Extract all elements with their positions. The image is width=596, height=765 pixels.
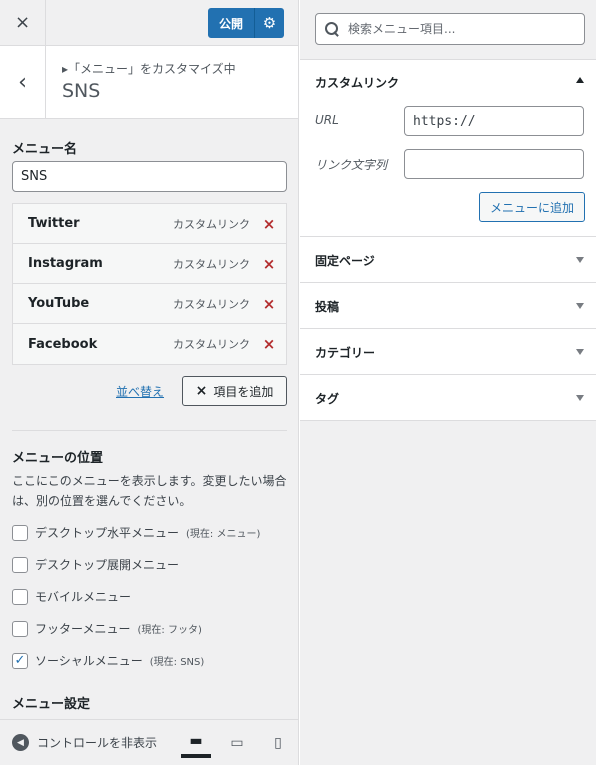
search-box[interactable] bbox=[315, 13, 585, 45]
location-note: (現在: フッタ) bbox=[137, 625, 202, 636]
link-text-field[interactable] bbox=[404, 149, 584, 179]
menu-item-title: Twitter bbox=[28, 216, 80, 231]
section-header: ‹ ▸「メニュー」をカスタマイズ中 SNS bbox=[0, 46, 298, 119]
location-label: デスクトップ水平メニュー bbox=[35, 526, 180, 540]
delete-icon[interactable]: × bbox=[262, 255, 276, 273]
check-icon: ✓ bbox=[14, 653, 26, 668]
checkbox[interactable] bbox=[12, 524, 28, 541]
checkbox[interactable] bbox=[12, 620, 28, 637]
divider bbox=[12, 430, 287, 431]
collapse-label: コントロールを非表示 bbox=[37, 736, 158, 750]
menu-item-type: カスタムリンク bbox=[173, 297, 250, 311]
url-label: URL bbox=[315, 113, 339, 127]
publish-group: 公開 ⚙ bbox=[208, 8, 284, 38]
menu-locations-title: メニューの位置 bbox=[12, 451, 104, 466]
panel-title: カテゴリー bbox=[315, 346, 376, 360]
menu-item-list: Twitter カスタムリンク × Instagram カスタムリンク × Yo… bbox=[12, 203, 287, 365]
panel-title: 固定ページ bbox=[315, 254, 375, 268]
menu-item-youtube[interactable]: YouTube カスタムリンク × bbox=[13, 284, 286, 324]
delete-icon[interactable]: × bbox=[262, 215, 276, 233]
menu-item-instagram[interactable]: Instagram カスタムリンク × bbox=[13, 244, 286, 284]
checkbox[interactable] bbox=[12, 556, 28, 573]
customizer-footer: ◀ コントロールを非表示 ▬ ▭ ▯ bbox=[0, 719, 298, 765]
menu-item-title: YouTube bbox=[28, 296, 90, 311]
mobile-icon[interactable]: ▯ bbox=[263, 728, 293, 758]
publish-button[interactable]: 公開 bbox=[208, 8, 254, 38]
menu-item-twitter[interactable]: Twitter カスタムリンク × bbox=[13, 204, 286, 244]
reorder-link[interactable]: 並べ替え bbox=[116, 383, 164, 400]
add-items-button[interactable]: × 項目を追加 bbox=[182, 376, 287, 406]
menu-item-type: カスタムリンク bbox=[173, 338, 250, 351]
panel-title: 投稿 bbox=[315, 300, 340, 314]
panel-categories[interactable]: カテゴリー bbox=[300, 329, 596, 375]
location-mobile[interactable]: モバイルメニュー bbox=[12, 588, 131, 605]
desktop-icon[interactable]: ▬ bbox=[181, 728, 211, 758]
delete-icon[interactable]: × bbox=[262, 335, 276, 353]
collapse-controls-button[interactable]: ◀ コントロールを非表示 bbox=[12, 734, 157, 751]
panel-posts[interactable]: 投稿 bbox=[300, 283, 596, 329]
search-icon bbox=[324, 21, 340, 37]
back-icon[interactable]: ‹ bbox=[0, 46, 46, 118]
chevron-down-icon bbox=[576, 257, 584, 263]
menu-item-type: カスタムリンク bbox=[173, 257, 250, 271]
menu-settings-title: メニュー設定 bbox=[12, 697, 91, 712]
customizer-controls: × 公開 ⚙ ‹ ▸「メニュー」をカスタマイズ中 SNS メニュー名 Twitt… bbox=[0, 0, 299, 765]
available-menu-items: カスタムリンク URL リンク文字列 メニューに追加 固定ページ 投稿 カテゴリ… bbox=[300, 0, 596, 765]
chevron-down-icon bbox=[576, 349, 584, 355]
gear-icon[interactable]: ⚙ bbox=[254, 8, 284, 38]
close-icon: × bbox=[195, 383, 208, 399]
custom-link-title[interactable]: カスタムリンク bbox=[315, 74, 399, 91]
location-label: モバイルメニュー bbox=[35, 590, 132, 604]
location-label: フッターメニュー bbox=[35, 622, 131, 636]
breadcrumb: ▸「メニュー」をカスタマイズ中 bbox=[62, 62, 236, 76]
menu-name-label: メニュー名 bbox=[12, 142, 78, 157]
location-footer[interactable]: フッターメニュー (現在: フッタ) bbox=[12, 620, 202, 637]
link-text-label: リンク文字列 bbox=[315, 158, 388, 172]
location-note: (現在: SNS) bbox=[149, 657, 205, 668]
location-desktop-horizontal[interactable]: デスクトップ水平メニュー (現在: メニュー) bbox=[12, 524, 260, 541]
close-icon[interactable]: × bbox=[0, 0, 46, 45]
panel-tags[interactable]: タグ bbox=[300, 375, 596, 421]
chevron-up-icon[interactable] bbox=[576, 77, 584, 83]
tablet-icon[interactable]: ▭ bbox=[222, 728, 252, 758]
menu-item-facebook[interactable]: Facebook カスタムリンク × bbox=[13, 324, 286, 364]
search-input[interactable] bbox=[348, 22, 578, 36]
url-field[interactable] bbox=[404, 106, 584, 136]
chevron-down-icon bbox=[576, 303, 584, 309]
delete-icon[interactable]: × bbox=[262, 295, 276, 313]
customizer-header: × 公開 ⚙ bbox=[0, 0, 298, 46]
location-desktop-expanded[interactable]: デスクトップ展開メニュー bbox=[12, 556, 179, 573]
panel-pages[interactable]: 固定ページ bbox=[300, 237, 596, 283]
location-social[interactable]: ✓ ソーシャルメニュー (現在: SNS) bbox=[12, 652, 204, 669]
menu-locations-description: ここにこのメニューを表示します。変更したい場合は、別の位置を選んでください。 bbox=[12, 474, 287, 508]
location-label: デスクトップ展開メニュー bbox=[35, 558, 180, 572]
location-label: ソーシャルメニュー bbox=[35, 654, 143, 668]
collapse-icon: ◀ bbox=[12, 734, 29, 751]
menu-item-title: Instagram bbox=[28, 256, 103, 271]
panel-title: タグ bbox=[315, 392, 340, 406]
checkbox-checked[interactable]: ✓ bbox=[12, 652, 28, 669]
add-to-menu-button[interactable]: メニューに追加 bbox=[479, 192, 585, 222]
page-title: SNS bbox=[62, 80, 101, 102]
checkbox[interactable] bbox=[12, 588, 28, 605]
menu-item-type: カスタムリンク bbox=[173, 217, 250, 231]
menu-item-title: Facebook bbox=[28, 336, 98, 352]
menu-name-field[interactable] bbox=[12, 161, 287, 192]
location-note: (現在: メニュー) bbox=[186, 529, 261, 540]
chevron-down-icon bbox=[576, 395, 584, 401]
add-items-label: 項目を追加 bbox=[213, 384, 274, 399]
custom-link-panel: カスタムリンク URL リンク文字列 メニューに追加 bbox=[300, 59, 596, 237]
